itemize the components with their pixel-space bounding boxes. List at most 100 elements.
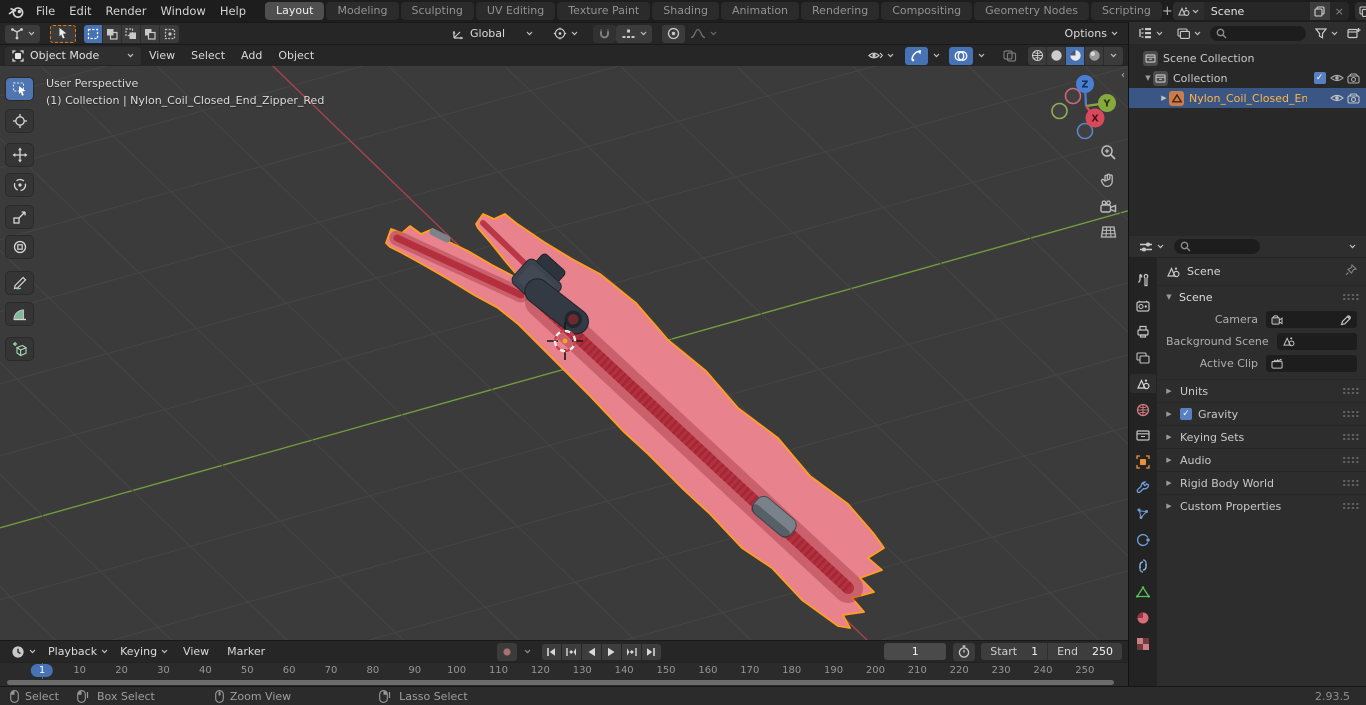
properties-options-dropdown[interactable] [1344,238,1361,256]
view-layer-icon[interactable] [1354,2,1366,20]
current-frame-field[interactable]: 1 [884,643,947,660]
outliner-filter-button[interactable] [1310,24,1343,42]
disclosure-triangle[interactable]: ▼ [1164,293,1174,301]
disclosure-triangle[interactable]: ▶ [1164,456,1174,464]
panel-grip[interactable] [1342,387,1359,395]
shading-rendered[interactable] [1085,46,1104,65]
workspace-tab[interactable]: Texture Paint [557,2,651,20]
panel-grip[interactable] [1342,293,1359,301]
workspace-tab[interactable]: Sculpting [400,2,474,20]
timeline-ruler[interactable]: 1 10 20 30 40 50 60 70 80 90 100 110 120 130 140 150 16… [0,662,1128,679]
tab-collection[interactable] [1130,426,1156,445]
snap-toggle-button[interactable] [593,24,616,43]
menu-window[interactable]: Window [153,0,212,22]
pin-icon[interactable] [1345,263,1358,279]
background-scene-field[interactable] [1276,333,1357,350]
playback-menu[interactable]: Playback [43,643,113,661]
viewport-menu-add[interactable]: Add [233,49,270,62]
disclosure-triangle[interactable]: ▶ [1164,410,1174,418]
gizmo-dropdown[interactable] [928,47,945,65]
panel-grip[interactable] [1342,433,1359,441]
scene-icon[interactable] [1172,2,1204,20]
tab-scene[interactable] [1130,374,1156,393]
disclosure-triangle[interactable]: ▶ [1164,502,1174,510]
start-frame-field[interactable]: Start 1 [981,643,1049,660]
scrollbar-thumb[interactable] [7,680,1114,685]
unlink-scene-button[interactable]: × [1330,5,1349,18]
play-button[interactable] [601,643,621,660]
add-workspace-button[interactable]: + [1162,4,1173,19]
tab-material[interactable] [1130,608,1156,627]
disclosure-triangle[interactable]: ▶ [1159,94,1169,102]
tab-physics[interactable] [1130,530,1156,549]
options-dropdown[interactable]: Options [1060,25,1123,43]
end-frame-field[interactable]: End 250 [1048,643,1122,660]
current-frame-indicator[interactable]: 1 [30,664,54,677]
panel-grip[interactable] [1342,479,1359,487]
active-clip-field[interactable] [1266,355,1357,372]
workspace-tab[interactable]: Scripting [1090,2,1162,20]
prev-keyframe-button[interactable] [561,643,581,660]
tab-object-data[interactable] [1130,582,1156,601]
tab-modifiers[interactable] [1130,478,1156,497]
view-layer-selector[interactable]: View Layer × [1354,2,1366,20]
tab-object[interactable] [1130,452,1156,471]
object-visibility-dropdown[interactable] [863,47,899,65]
tool-move[interactable] [6,144,33,166]
timeline-view-menu[interactable]: View [175,645,217,658]
viewport-canvas[interactable]: User Perspective (1) Collection | Nylon_… [0,66,1128,640]
properties-panel-header[interactable]: ▶ ✓ Keying Sets [1157,425,1366,448]
falloff-dropdown[interactable] [685,25,722,43]
scene-name[interactable]: Scene [1204,5,1310,18]
zipper-object[interactable] [385,213,885,629]
workspace-tab[interactable]: Shading [652,2,719,20]
auto-keying-dropdown[interactable] [519,643,536,661]
keying-menu[interactable]: Keying [115,643,173,661]
panel-grip[interactable] [1342,456,1359,464]
workspace-tab[interactable]: Geometry Nodes [974,2,1089,20]
disclosure-triangle[interactable]: ▶ [1164,387,1174,395]
tab-texture[interactable] [1130,634,1156,653]
select-mode-intersect[interactable] [160,24,179,43]
tab-particles[interactable] [1130,504,1156,523]
snap-target-dropdown[interactable] [616,24,652,43]
camera-field[interactable] [1266,311,1357,328]
disable-render-toggle[interactable] [1345,92,1362,104]
workspace-tab[interactable]: UV Editing [475,2,556,20]
properties-panel-header[interactable]: ▶ ✓ Rigid Body World [1157,471,1366,494]
outliner-row-scene-collection[interactable]: Scene Collection [1129,48,1366,68]
select-mode-invert[interactable] [141,24,160,43]
panel-checkbox[interactable]: ✓ [1180,408,1192,420]
hide-eye-toggle[interactable] [1328,73,1345,83]
workspace-tab[interactable]: Animation [720,2,800,20]
overlays-dropdown[interactable] [973,47,990,65]
properties-panel-header[interactable]: ▶ ✓ Custom Properties [1157,494,1366,517]
use-preview-range-button[interactable] [953,642,976,661]
scene-3d[interactable] [0,66,1128,640]
workspace-tab[interactable]: Compositing [881,2,973,20]
pan-icon[interactable] [1100,172,1117,192]
properties-panel-header[interactable]: ▶ ✓ Units [1157,379,1366,402]
new-collection-button[interactable] [1347,27,1361,39]
transform-orientation-dropdown[interactable]: Global [447,25,538,43]
disclosure-triangle[interactable]: ▼ [1143,74,1153,82]
tool-rotate[interactable] [6,174,33,196]
viewport-menu-object[interactable]: Object [270,49,322,62]
shading-solid[interactable] [1047,46,1066,65]
panel-grip[interactable] [1342,410,1359,418]
tab-constraints[interactable] [1130,556,1156,575]
tool-select-box[interactable] [6,78,33,100]
tool-annotate[interactable] [6,272,33,294]
viewport-menu-view[interactable]: View [141,49,183,62]
timeline-editor-type-button[interactable] [6,643,41,661]
outliner-search-input[interactable] [1210,25,1306,41]
select-mode-subtract[interactable] [122,24,141,43]
eyedropper-icon[interactable] [1340,314,1352,326]
tab-world[interactable] [1130,400,1156,419]
outliner-row-zipper-object[interactable]: ▶ Nylon_Coil_Closed_End_Zipper_Red [1129,88,1366,108]
next-keyframe-button[interactable] [621,643,641,660]
new-scene-button[interactable] [1309,2,1330,20]
jump-to-start-button[interactable] [541,643,561,660]
mode-select[interactable]: Object Mode [5,46,141,65]
collection-checkbox[interactable]: ✓ [1311,72,1328,84]
